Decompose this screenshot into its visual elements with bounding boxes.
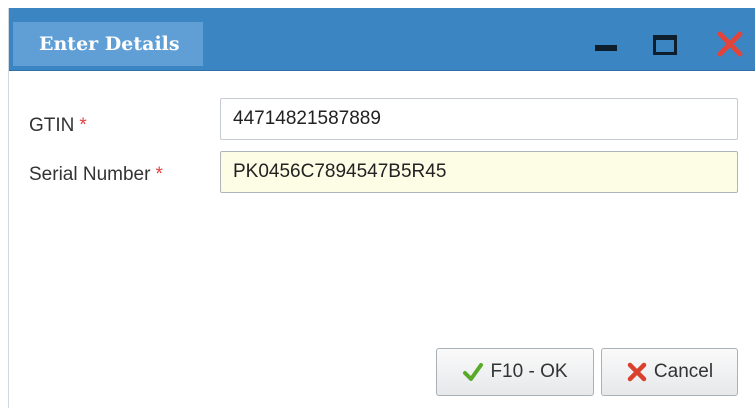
cancel-button[interactable]: Cancel xyxy=(601,348,738,396)
close-icon[interactable] xyxy=(715,29,745,59)
gtin-label-text: GTIN xyxy=(29,115,75,136)
title-bar: Enter Details xyxy=(9,8,755,71)
dialog-title: Enter Details xyxy=(13,22,203,66)
ok-button-label: F10 - OK xyxy=(490,361,568,382)
ok-button[interactable]: F10 - OK xyxy=(436,348,594,396)
gtin-label: GTIN * xyxy=(29,115,87,137)
serial-number-input[interactable] xyxy=(220,151,738,193)
minimize-icon[interactable] xyxy=(594,32,620,58)
maximize-icon[interactable] xyxy=(653,32,679,58)
required-marker: * xyxy=(79,115,87,136)
cancel-button-label: Cancel xyxy=(653,361,714,382)
enter-details-dialog: Enter Details GTIN* Serial Number* F10 -… xyxy=(8,8,755,408)
required-marker: * xyxy=(155,164,163,185)
dialog-body: GTIN* Serial Number* F10 - OK Cancel xyxy=(9,71,755,408)
gtin-input[interactable] xyxy=(220,98,738,140)
check-icon xyxy=(462,361,484,383)
serial-number-label-text: Serial Number xyxy=(29,164,151,185)
x-icon xyxy=(626,361,648,383)
serial-number-label: Serial Number * xyxy=(29,164,163,186)
